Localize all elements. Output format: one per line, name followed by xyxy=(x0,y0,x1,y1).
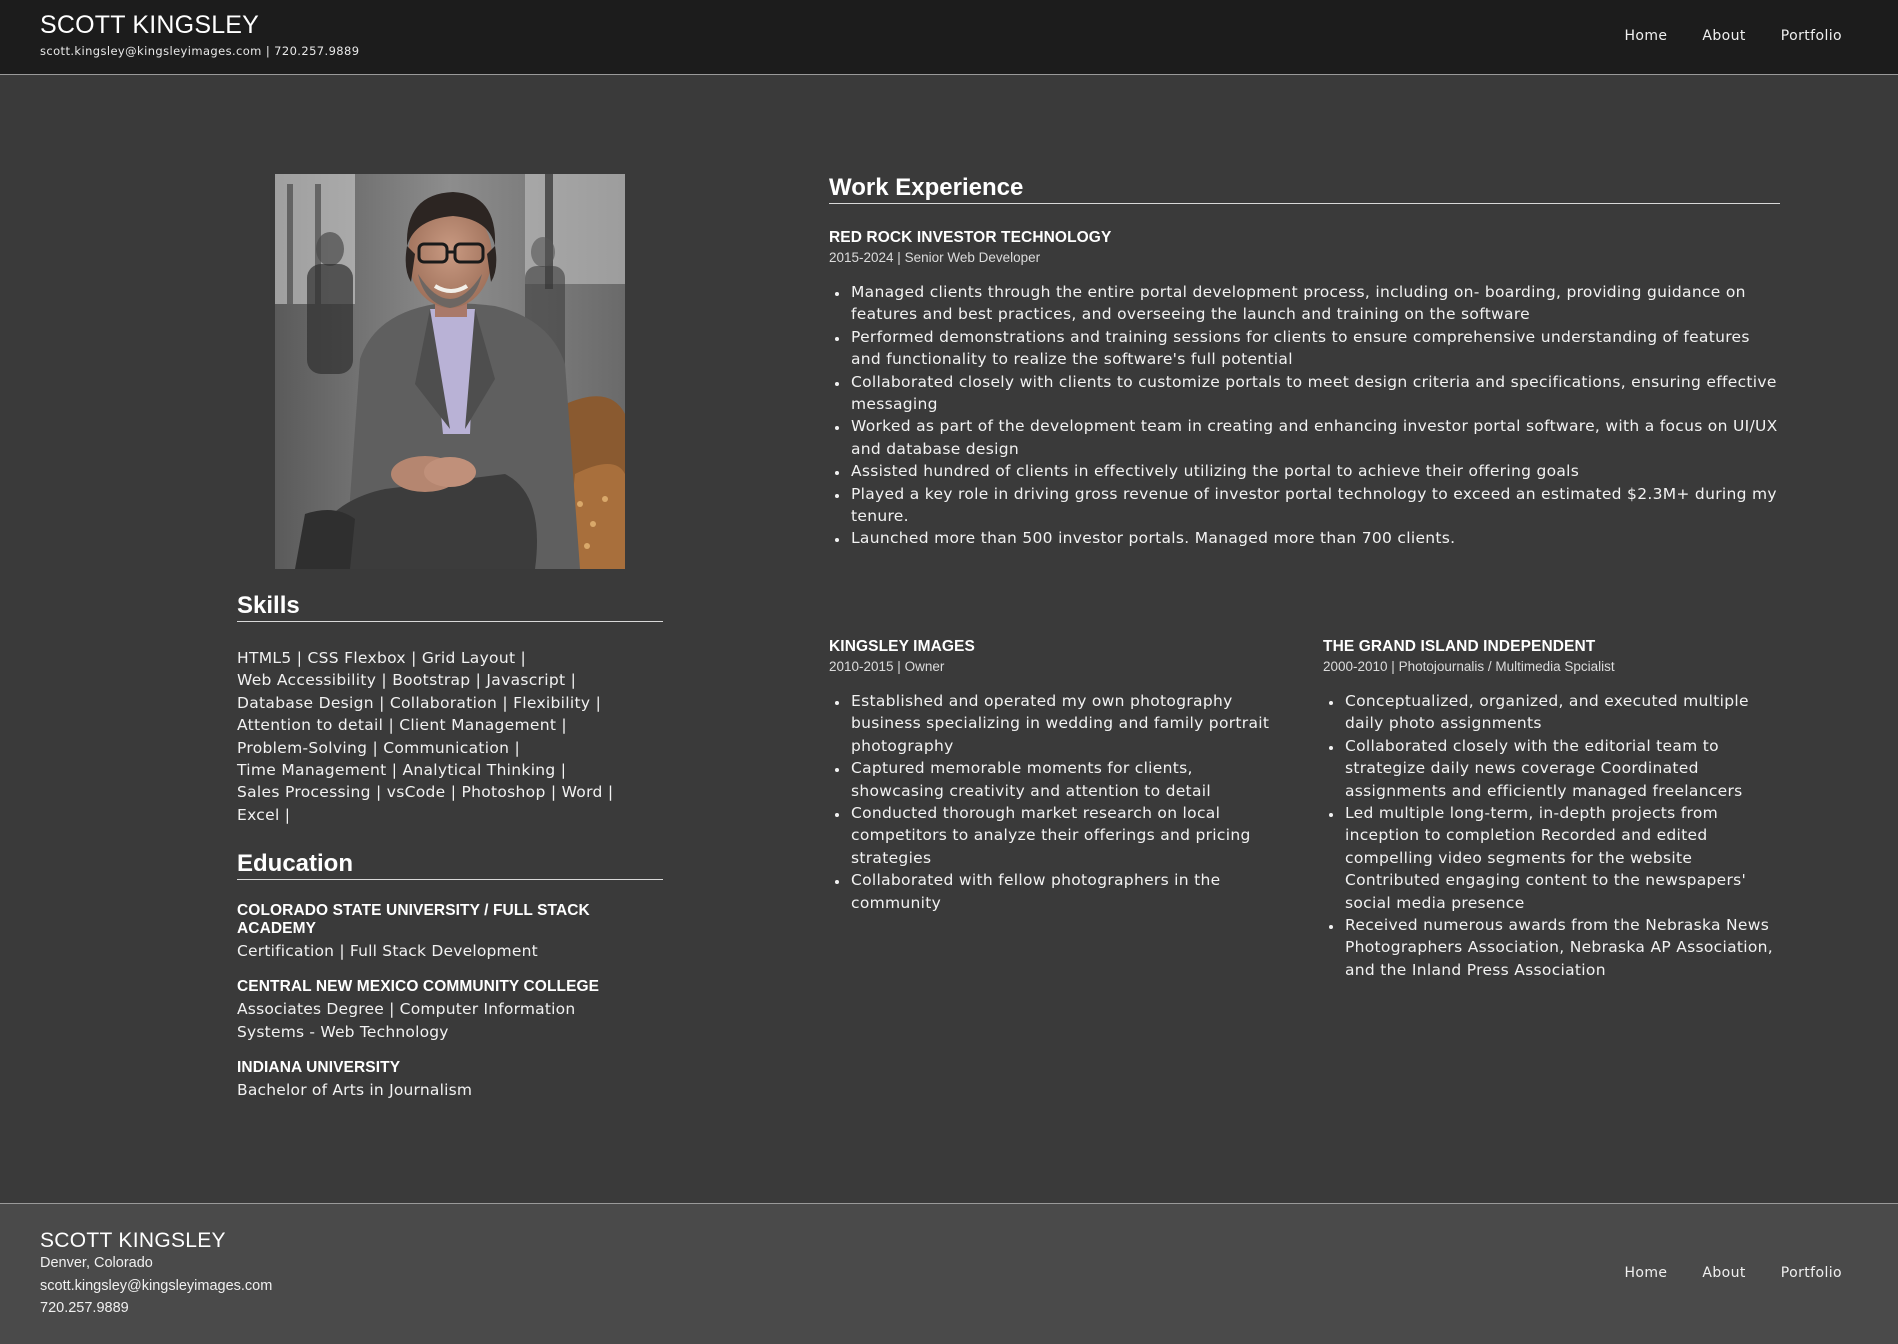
skill-item: Communication | xyxy=(383,738,521,757)
skill-item: Client Management | xyxy=(399,716,567,735)
skill-item: Javascript | xyxy=(486,671,577,690)
skill-item: HTML5 | xyxy=(237,649,303,667)
skill-item: Excel | xyxy=(237,805,291,824)
skill-item: Flexibility | xyxy=(513,693,602,712)
job-grand-island: THE GRAND ISLAND INDEPENDENT 2000-2010 |… xyxy=(1323,638,1783,981)
skill-item: Sales Processing | xyxy=(237,783,382,802)
job-bullet: Conceptualized, organized, and executed … xyxy=(1343,690,1783,735)
footer-nav-home-link[interactable]: Home xyxy=(1624,1265,1667,1281)
education-degree: Bachelor of Arts in Journalism xyxy=(237,1081,473,1100)
site-header: SCOTT KINGSLEY scott.kingsley@kingsleyim… xyxy=(0,0,1898,75)
education-school: COLORADO STATE UNIVERSITY / FULL STACK A… xyxy=(237,902,590,938)
skill-item: Time Management | xyxy=(237,761,398,780)
footer-name: SCOTT KINGSLEY xyxy=(40,1229,226,1252)
footer-nav-portfolio-link[interactable]: Portfolio xyxy=(1781,1265,1842,1281)
left-column: Skills HTML5 | CSS Flexbox | Grid Layout… xyxy=(237,592,663,1102)
job-red-rock: RED ROCK INVESTOR TECHNOLOGY 2015-2024 |… xyxy=(829,229,1780,550)
job-bullet: Conducted thorough market research on lo… xyxy=(849,802,1281,869)
education-entry: COLORADO STATE UNIVERSITY / FULL STACK A… xyxy=(237,902,663,963)
skill-item: Analytical Thinking | xyxy=(402,761,567,780)
footer-nav-about-link[interactable]: About xyxy=(1702,1265,1745,1281)
job-bullet: Led multiple long-term, in-depth project… xyxy=(1343,802,1783,914)
job-bullet: Assisted hundred of clients in effective… xyxy=(849,460,1780,482)
job-meta: 2010-2015 | Owner xyxy=(829,659,945,674)
skill-item: Collaboration | xyxy=(389,693,508,712)
nav-home-link[interactable]: Home xyxy=(1624,28,1667,44)
skill-item: CSS Flexbox | xyxy=(307,649,417,667)
job-bullet: Established and operated my own photogra… xyxy=(849,690,1281,757)
job-company: RED ROCK INVESTOR TECHNOLOGY xyxy=(829,229,1112,246)
footer-location: Denver, Colorado xyxy=(40,1255,153,1271)
footer-nav: Home About Portfolio xyxy=(1624,1265,1842,1281)
job-bullet: Played a key role in driving gross reven… xyxy=(849,483,1780,528)
education-degree: Certification | Full Stack Development xyxy=(237,942,538,961)
job-bullet: Launched more than 500 investor portals.… xyxy=(849,527,1780,549)
skill-item: Word | xyxy=(561,783,614,802)
job-bullet: Collaborated with fellow photographers i… xyxy=(849,869,1281,914)
skill-item: vsCode | xyxy=(386,783,457,802)
header-nav: Home About Portfolio xyxy=(1624,28,1842,44)
footer-phone: 720.257.9889 xyxy=(40,1300,129,1316)
skill-item: Bootstrap | xyxy=(392,671,482,690)
skill-item: Database Design | xyxy=(237,693,385,712)
profile-photo xyxy=(275,174,625,569)
nav-about-link[interactable]: About xyxy=(1702,28,1745,44)
education-school: CENTRAL NEW MEXICO COMMUNITY COLLEGE xyxy=(237,978,600,996)
job-bullets: Managed clients through the entire porta… xyxy=(829,281,1780,550)
site-name: SCOTT KINGSLEY xyxy=(40,11,260,39)
job-bullets: Established and operated my own photogra… xyxy=(829,690,1281,914)
education-title: Education xyxy=(237,850,663,881)
skills-list: HTML5 | CSS Flexbox | Grid Layout | Web … xyxy=(237,647,663,826)
work-experience-title: Work Experience xyxy=(829,174,1780,204)
education-school: INDIANA UNIVERSITY xyxy=(237,1059,401,1077)
job-meta: 2015-2024 | Senior Web Developer xyxy=(829,250,1041,265)
site-footer: SCOTT KINGSLEY Denver, Colorado scott.ki… xyxy=(0,1203,1898,1344)
header-contact: scott.kingsley@kingsleyimages.com | 720.… xyxy=(40,44,360,58)
nav-portfolio-link[interactable]: Portfolio xyxy=(1781,28,1842,44)
job-bullet: Received numerous awards from the Nebras… xyxy=(1343,914,1783,981)
job-bullet: Captured memorable moments for clients, … xyxy=(849,757,1281,802)
skill-item: Web Accessibility | xyxy=(237,671,387,690)
job-meta: 2000-2010 | Photojournalis / Multimedia … xyxy=(1323,659,1615,674)
job-bullet: Collaborated closely with the editorial … xyxy=(1343,735,1783,802)
job-company: THE GRAND ISLAND INDEPENDENT xyxy=(1323,638,1596,655)
skill-item: Photoshop | xyxy=(461,783,557,802)
work-experience-header: Work Experience xyxy=(829,174,1780,204)
skill-item: Attention to detail | xyxy=(237,716,394,735)
job-bullet: Worked as part of the development team i… xyxy=(849,415,1780,460)
job-bullet: Collaborated closely with clients to cus… xyxy=(849,371,1780,416)
skill-item: Problem-Solving | xyxy=(237,738,378,757)
education-entry: CENTRAL NEW MEXICO COMMUNITY COLLEGE Ass… xyxy=(237,978,663,1044)
job-bullet: Managed clients through the entire porta… xyxy=(849,281,1780,326)
footer-email[interactable]: scott.kingsley@kingsleyimages.com xyxy=(40,1278,272,1294)
job-company: KINGSLEY IMAGES xyxy=(829,638,975,655)
skills-title: Skills xyxy=(237,592,663,622)
job-bullet: Performed demonstrations and training se… xyxy=(849,326,1780,371)
education-entry: INDIANA UNIVERSITY Bachelor of Arts in J… xyxy=(237,1059,663,1102)
skill-item: Grid Layout | xyxy=(421,649,527,667)
job-kingsley-images: KINGSLEY IMAGES 2010-2015 | Owner Establ… xyxy=(829,638,1281,914)
job-bullets: Conceptualized, organized, and executed … xyxy=(1323,690,1783,981)
education-degree: Associates Degree | Computer Information… xyxy=(237,1000,576,1042)
